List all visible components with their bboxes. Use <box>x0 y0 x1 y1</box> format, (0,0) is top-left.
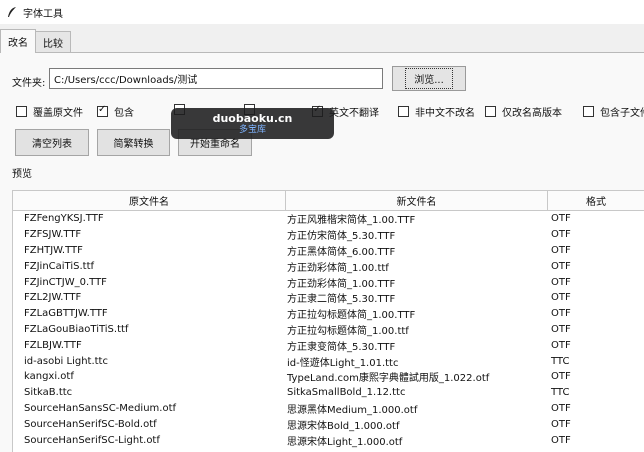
original-name-cell: SourceHanSansSC-Medium.otf <box>24 402 177 414</box>
new-name-cell: 思源宋体Light_1.000.otf <box>287 436 403 448</box>
table-row[interactable]: SitkaB.ttc SitkaSmallBold_1.12.ttc TTC <box>13 385 644 401</box>
watermark-domain: duobaoku.cn <box>212 111 293 125</box>
new-name-cell: 方正仿宋简体_5.30.TTF <box>287 231 396 243</box>
original-name-cell: FZJinCaiTiS.ttf <box>24 260 95 272</box>
title-bar: 字体工具 <box>0 0 644 24</box>
original-name-cell: FZJinCTJW_0.TTF <box>24 276 107 288</box>
feather-icon <box>5 5 19 19</box>
format-cell: OTF <box>551 418 571 430</box>
tab-rename[interactable]: 改名 <box>0 29 36 53</box>
table-row[interactable]: FZFengYKSJ.TTF 方正风雅楷宋简体_1.00.TTF OTF <box>13 211 644 227</box>
table-row[interactable]: kangxi.otf TypeLand.com康熙字典體試用版_1.022.otf… <box>13 369 644 385</box>
original-name-cell: FZFSJW.TTF <box>24 229 82 241</box>
original-name-cell: FZL2JW.TTF <box>24 292 82 304</box>
new-name-cell: TypeLand.com康熙字典體試用版_1.022.otf <box>287 373 490 385</box>
checkbox-label: 覆盖原文件 <box>33 108 83 119</box>
checkbox-label: 英文不翻译 <box>329 108 379 119</box>
folder-path-input[interactable] <box>49 68 383 89</box>
checkbox-label: 仅改名高版本 <box>502 108 562 119</box>
new-name-cell: SitkaSmallBold_1.12.ttc <box>287 387 406 399</box>
new-name-cell: 方正劲彩体简_1.00.ttf <box>287 262 389 274</box>
format-cell: TTC <box>551 387 570 399</box>
format-cell: OTF <box>551 323 571 335</box>
tab-compare[interactable]: 比较 <box>35 31 71 53</box>
checkbox-box[interactable] <box>583 106 594 117</box>
checkbox-box[interactable] <box>16 106 27 117</box>
window-title: 字体工具 <box>23 8 63 20</box>
new-name-cell: 方正隶二简体_5.30.TTF <box>287 294 396 306</box>
original-name-cell: kangxi.otf <box>24 371 74 383</box>
format-cell: TTC <box>551 355 570 367</box>
table-row[interactable]: SourceHanSansSC-Medium.otf 思源黑体Medium_1.0… <box>13 401 644 417</box>
table-body: FZFengYKSJ.TTF 方正风雅楷宋简体_1.00.TTF OTF FZFSJW… <box>13 211 644 448</box>
format-cell: OTF <box>551 371 571 383</box>
format-cell: OTF <box>551 292 571 304</box>
new-name-cell: 思源宋体Bold_1.000.otf <box>287 420 400 432</box>
table-row[interactable]: FZLaGBTTJW.TTF 方正拉勾标题体简_1.00.TTF OTF <box>13 306 644 322</box>
format-cell: OTF <box>551 260 571 272</box>
table-row[interactable]: id-asobi Light.ttc id-怪遊体Light_1.01.ttc TT… <box>13 353 644 369</box>
new-name-cell: 方正劲彩体简_1.00.TTF <box>287 278 396 290</box>
new-name-cell: 方正黑体简体_6.00.TTF <box>287 246 396 258</box>
checkbox-box[interactable] <box>398 106 409 117</box>
folder-label: 文件夹: <box>12 78 46 89</box>
format-cell: OTF <box>551 308 571 320</box>
column-header-new-name[interactable]: 新文件名 <box>286 190 548 211</box>
original-name-cell: FZHTJW.TTF <box>24 244 83 256</box>
format-cell: OTF <box>551 276 571 288</box>
format-cell: OTF <box>551 402 571 414</box>
original-name-cell: SourceHanSerifSC-Bold.otf <box>24 418 157 430</box>
format-cell: OTF <box>551 244 571 256</box>
column-header-format[interactable]: 格式 <box>548 190 644 211</box>
format-cell: OTF <box>551 213 571 225</box>
overwrite-original-checkbox[interactable]: 覆盖原文件 <box>16 104 83 119</box>
table-row[interactable]: FZLBJW.TTF 方正隶变简体_5.30.TTF OTF <box>13 337 644 353</box>
clear-list-button[interactable]: 清空列表 <box>15 129 89 156</box>
table-row[interactable]: FZHTJW.TTF 方正黑体简体_6.00.TTF OTF <box>13 243 644 259</box>
new-name-cell: 方正隶变简体_5.30.TTF <box>287 341 396 353</box>
table-row[interactable]: FZL2JW.TTF 方正隶二简体_5.30.TTF OTF <box>13 290 644 306</box>
checkbox-box[interactable] <box>97 104 108 117</box>
checkbox-label: 包含 <box>114 108 134 119</box>
table-row[interactable]: FZJinCTJW_0.TTF 方正劲彩体简_1.00.TTF OTF <box>13 274 644 290</box>
original-name-cell: FZLaGouBiaoTiTiS.ttf <box>24 323 129 335</box>
preview-label: 预览 <box>12 169 32 180</box>
browse-button[interactable]: 浏览... <box>392 66 466 91</box>
original-name-cell: id-asobi Light.ttc <box>24 355 108 367</box>
new-name-cell: 方正拉勾标题体简_1.00.TTF <box>287 310 416 322</box>
column-header-original-name[interactable]: 原文件名 <box>13 190 286 211</box>
original-name-cell: SitkaB.ttc <box>24 387 73 399</box>
new-name-cell: 方正拉勾标题体简_1.00.ttf <box>287 325 409 337</box>
checkbox-label: 非中文不改名 <box>415 108 475 119</box>
tab-strip: 改名 比较 <box>0 29 71 53</box>
checkbox-box[interactable] <box>485 106 496 117</box>
include-checkbox[interactable]: 包含 <box>97 104 134 119</box>
format-cell: OTF <box>551 339 571 351</box>
table-row[interactable]: FZFSJW.TTF 方正仿宋简体_5.30.TTF OTF <box>13 227 644 243</box>
new-name-cell: 方正风雅楷宋简体_1.00.TTF <box>287 215 416 227</box>
table-row[interactable]: FZLaGouBiaoTiTiS.ttf 方正拉勾标题体简_1.00.ttf OTF <box>13 322 644 338</box>
rename-high-version-only-checkbox[interactable]: 仅改名高版本 <box>485 104 562 119</box>
watermark-name: 多宝库 <box>238 124 266 135</box>
original-name-cell: SourceHanSerifSC-Light.otf <box>24 434 160 446</box>
watermark-overlay: duobaoku.cn 多宝库 <box>171 108 334 139</box>
preview-table: 原文件名 新文件名 格式 FZFengYKSJ.TTF 方正风雅楷宋简体_1.00… <box>12 190 644 452</box>
table-row[interactable]: FZJinCaiTiS.ttf 方正劲彩体简_1.00.ttf OTF <box>13 258 644 274</box>
checkbox-label: 包含子文件夹 <box>600 108 644 119</box>
format-cell: OTF <box>551 229 571 241</box>
convert-button[interactable]: 简繁转换 <box>97 129 170 156</box>
new-name-cell: id-怪遊体Light_1.01.ttc <box>287 357 399 369</box>
table-header: 原文件名 新文件名 格式 <box>13 190 644 211</box>
table-row[interactable]: SourceHanSerifSC-Light.otf 思源宋体Light_1.00… <box>13 432 644 448</box>
new-name-cell: 思源黑体Medium_1.000.otf <box>287 404 418 416</box>
skip-non-chinese-checkbox[interactable]: 非中文不改名 <box>398 104 475 119</box>
include-subfolders-checkbox[interactable]: 包含子文件夹 <box>583 104 644 119</box>
original-name-cell: FZLBJW.TTF <box>24 339 82 351</box>
original-name-cell: FZFengYKSJ.TTF <box>24 213 104 225</box>
original-name-cell: FZLaGBTTJW.TTF <box>24 308 108 320</box>
browse-button-label: 浏览... <box>405 68 453 89</box>
format-cell: OTF <box>551 434 571 446</box>
table-row[interactable]: SourceHanSerifSC-Bold.otf 思源宋体Bold_1.000.… <box>13 416 644 432</box>
